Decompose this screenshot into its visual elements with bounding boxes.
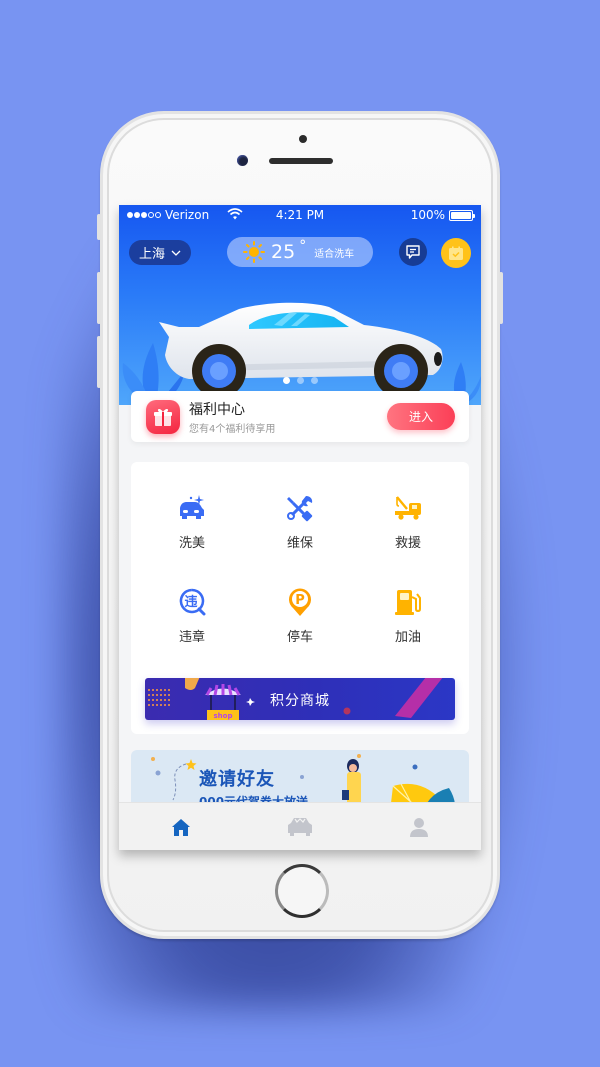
svg-text:P: P — [295, 593, 305, 608]
degree-symbol: ° — [299, 238, 307, 254]
tab-home[interactable] — [161, 815, 201, 839]
gift-icon — [146, 400, 180, 434]
tools-icon — [284, 492, 316, 524]
volume-up-button — [97, 272, 101, 324]
tow-truck-icon — [392, 492, 424, 524]
status-bar: Verizon 4:21 PM 100% — [119, 205, 481, 225]
enter-button[interactable]: 进入 — [387, 403, 455, 430]
car-icon — [288, 818, 312, 836]
svg-text:违: 违 — [184, 594, 197, 610]
parking-icon: P — [284, 586, 316, 618]
mute-switch — [97, 214, 101, 240]
car-wash-icon — [176, 492, 208, 524]
service-rescue[interactable]: 救援 — [363, 492, 453, 562]
points-mall-banner[interactable]: shop 积分商城 — [145, 678, 455, 720]
battery-percent: 100% — [410, 208, 445, 222]
carousel-indicator — [119, 377, 481, 384]
welfare-center-card[interactable]: 福利中心 您有4个福利待享用 进入 — [131, 391, 469, 442]
app-screen: Verizon 4:21 PM 100% 上海 25 ° 适合洗车 福利中心 您… — [119, 205, 481, 850]
carousel-dot[interactable] — [296, 377, 304, 384]
service-fuel[interactable]: 加油 — [363, 586, 453, 656]
service-label: 加油 — [394, 630, 421, 645]
carousel-dot[interactable] — [310, 377, 318, 384]
chevron-down-icon — [171, 250, 181, 256]
tab-profile[interactable] — [399, 815, 439, 839]
mall-label: 积分商城 — [270, 693, 330, 709]
service-label: 洗美 — [178, 536, 205, 551]
hero-banner[interactable]: Verizon 4:21 PM 100% 上海 25 ° 适合洗车 — [119, 205, 481, 405]
city-selector[interactable]: 上海 — [129, 240, 192, 265]
weather-tip: 适合洗车 — [314, 248, 355, 260]
violation-search-icon: 违 — [176, 586, 208, 618]
service-label: 违章 — [178, 630, 205, 645]
battery-icon — [449, 209, 475, 221]
service-label: 救援 — [394, 536, 421, 551]
home-button[interactable] — [275, 864, 329, 918]
service-maintenance[interactable]: 维保 — [255, 492, 345, 562]
home-icon — [172, 818, 190, 836]
shop-tag: shop — [214, 712, 233, 720]
power-button — [499, 272, 503, 324]
services-panel: 洗美 维保 救援 违 违章 P 停车 加油 shop 积分商城 — [131, 462, 469, 734]
weather-widget[interactable]: 25 ° 适合洗车 — [227, 237, 373, 267]
proximity-sensor — [299, 135, 307, 143]
service-violation[interactable]: 违 违章 — [147, 586, 237, 656]
welfare-title: 福利中心 — [189, 402, 245, 418]
fuel-icon — [392, 586, 424, 618]
tab-car[interactable] — [280, 815, 320, 839]
volume-down-button — [97, 336, 101, 388]
checkin-button[interactable] — [441, 238, 471, 268]
welfare-subtitle: 您有4个福利待享用 — [189, 424, 276, 435]
service-label: 停车 — [286, 630, 313, 645]
battery-status: 100% — [410, 208, 475, 222]
city-name: 上海 — [139, 247, 166, 262]
user-icon — [410, 818, 428, 837]
service-label: 维保 — [286, 536, 313, 551]
calendar-check-icon — [449, 246, 463, 260]
temperature: 25 — [271, 241, 296, 263]
service-car-wash[interactable]: 洗美 — [147, 492, 237, 562]
front-camera — [237, 155, 248, 166]
earpiece-speaker — [269, 158, 333, 164]
service-parking[interactable]: P 停车 — [255, 586, 345, 656]
tab-bar — [119, 802, 481, 850]
message-button[interactable] — [399, 238, 427, 266]
message-icon — [406, 245, 420, 259]
invite-title: 邀请好友 — [199, 769, 275, 790]
carousel-dot[interactable] — [282, 377, 290, 384]
sun-icon — [243, 241, 265, 263]
